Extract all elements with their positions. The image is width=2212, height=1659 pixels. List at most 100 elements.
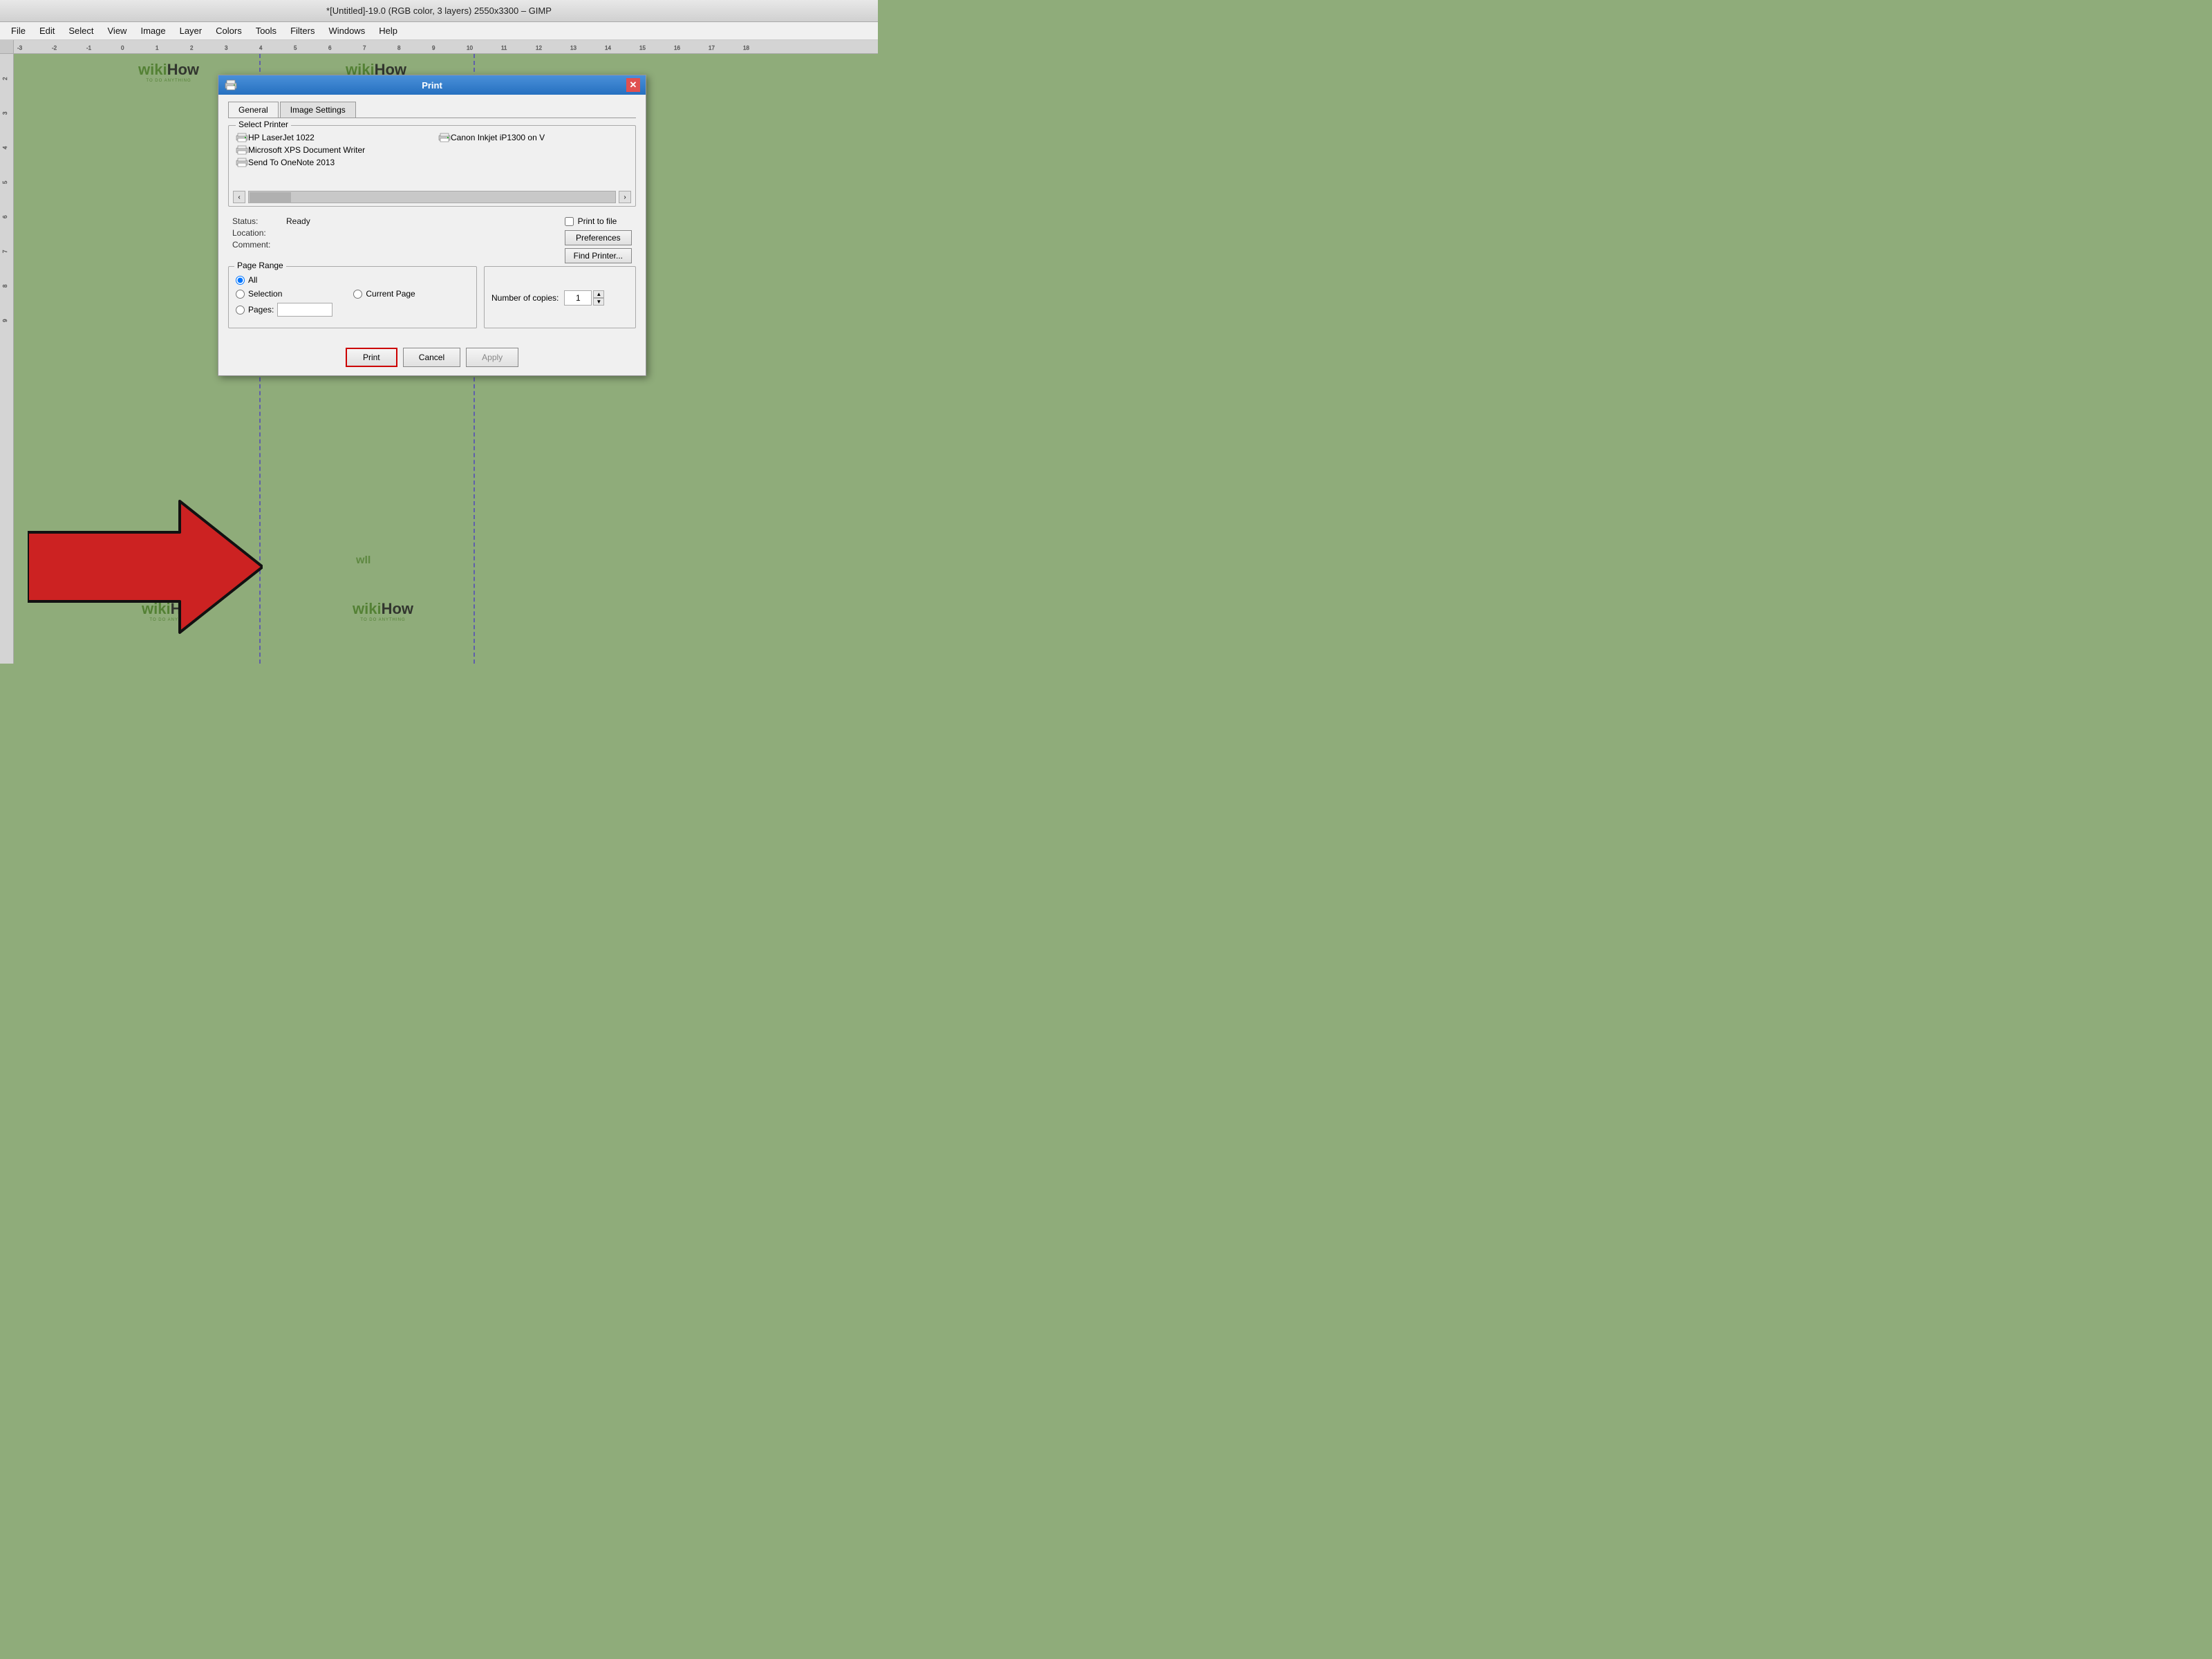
svg-text:17: 17 bbox=[709, 45, 715, 51]
radio-selection: Selection bbox=[236, 289, 332, 299]
radio-pages-label: Pages: bbox=[248, 305, 274, 315]
spinner-buttons: ▲ ▼ bbox=[593, 290, 604, 306]
svg-text:2: 2 bbox=[190, 45, 194, 51]
printer-icon-xps bbox=[236, 145, 248, 155]
svg-text:2: 2 bbox=[2, 77, 8, 80]
dialog-tabs: General Image Settings bbox=[228, 102, 636, 118]
comment-label: Comment: bbox=[232, 240, 281, 250]
dialog-footer: Print Cancel Apply bbox=[218, 342, 646, 375]
page-range-label: Page Range bbox=[234, 261, 286, 270]
menu-select[interactable]: Select bbox=[63, 24, 99, 37]
svg-text:8: 8 bbox=[397, 45, 401, 51]
copies-down-btn[interactable]: ▼ bbox=[593, 298, 604, 306]
scroll-left-btn[interactable]: ‹ bbox=[233, 191, 245, 203]
svg-text:-1: -1 bbox=[86, 45, 92, 51]
printer-item-onenote[interactable]: Send To OneNote 2013 bbox=[233, 156, 429, 169]
radio-all-label: All bbox=[248, 275, 257, 285]
gimp-window: *[Untitled]-19.0 (RGB color, 3 layers) 2… bbox=[0, 0, 878, 664]
print-to-file-label: Print to file bbox=[578, 216, 617, 226]
svg-text:5: 5 bbox=[294, 45, 297, 51]
wikihow-partial: wII bbox=[356, 554, 371, 567]
tab-general[interactable]: General bbox=[228, 102, 279, 118]
svg-text:3: 3 bbox=[225, 45, 228, 51]
dialog-titlebar: Print ✕ bbox=[218, 75, 646, 95]
ruler-vertical: 2 3 4 5 6 7 8 9 bbox=[0, 54, 14, 664]
cancel-button[interactable]: Cancel bbox=[403, 348, 460, 367]
canvas-area: -3 -2 -1 0 1 2 3 4 5 6 7 8 9 10 11 12 13 bbox=[0, 40, 878, 664]
svg-text:1: 1 bbox=[156, 45, 159, 51]
preferences-button[interactable]: Preferences bbox=[565, 230, 632, 245]
radio-all-input[interactable] bbox=[236, 276, 245, 285]
svg-text:18: 18 bbox=[743, 45, 749, 51]
location-label: Location: bbox=[232, 228, 281, 238]
menu-colors[interactable]: Colors bbox=[210, 24, 247, 37]
svg-text:9: 9 bbox=[432, 45, 435, 51]
scroll-right-btn[interactable]: › bbox=[619, 191, 631, 203]
svg-text:12: 12 bbox=[536, 45, 542, 51]
menu-image[interactable]: Image bbox=[135, 24, 171, 37]
menu-edit[interactable]: Edit bbox=[34, 24, 60, 37]
status-area: Status: Ready Location: Comment: bbox=[228, 214, 636, 266]
svg-text:13: 13 bbox=[570, 45, 577, 51]
title-bar: *[Untitled]-19.0 (RGB color, 3 layers) 2… bbox=[0, 0, 878, 22]
status-value: Ready bbox=[286, 216, 310, 226]
menu-tools[interactable]: Tools bbox=[250, 24, 282, 37]
find-printer-button[interactable]: Find Printer... bbox=[565, 248, 632, 263]
apply-button[interactable]: Apply bbox=[466, 348, 518, 367]
print-to-file-checkbox[interactable] bbox=[565, 217, 574, 226]
print-button[interactable]: Print bbox=[346, 348, 397, 367]
printer-item-hp[interactable]: HP LaserJet 1022 bbox=[233, 131, 429, 144]
ruler-v-marks: 2 3 4 5 6 7 8 9 bbox=[0, 54, 14, 664]
comment-line: Comment: bbox=[232, 240, 544, 250]
svg-text:0: 0 bbox=[121, 45, 124, 51]
radio-selection-label: Selection bbox=[248, 289, 282, 299]
svg-text:6: 6 bbox=[2, 215, 8, 218]
svg-text:8: 8 bbox=[2, 284, 8, 288]
menu-layer[interactable]: Layer bbox=[174, 24, 208, 37]
dialog-title-text: Print bbox=[422, 80, 442, 91]
printer-list: HP LaserJet 1022 Microsoft XPS bbox=[229, 126, 635, 188]
radio-current-page: Current Page bbox=[353, 289, 415, 299]
menu-filters[interactable]: Filters bbox=[285, 24, 320, 37]
wikihow-logo-1: wikiHow bbox=[138, 61, 199, 79]
svg-text:11: 11 bbox=[501, 45, 507, 51]
print-dialog: Print ✕ General Image Settings Select Pr… bbox=[218, 75, 646, 376]
menu-file[interactable]: File bbox=[6, 24, 31, 37]
svg-text:4: 4 bbox=[259, 45, 263, 51]
wikihow-tagline-4: TO DO ANYTHING bbox=[360, 618, 405, 622]
svg-text:-3: -3 bbox=[17, 45, 23, 51]
dialog-close-button[interactable]: ✕ bbox=[626, 78, 640, 92]
wikihow-tagline-1: TO DO ANYTHING bbox=[146, 79, 191, 83]
radio-pages-input[interactable] bbox=[236, 306, 245, 315]
menu-help[interactable]: Help bbox=[373, 24, 403, 37]
printer-icon-onenote bbox=[236, 158, 248, 167]
location-line: Location: bbox=[232, 228, 544, 238]
svg-text:3: 3 bbox=[2, 111, 8, 115]
copies-input[interactable] bbox=[564, 290, 592, 306]
copies-up-btn[interactable]: ▲ bbox=[593, 290, 604, 298]
menu-view[interactable]: View bbox=[102, 24, 133, 37]
radio-current-page-input[interactable] bbox=[353, 290, 362, 299]
wikihow-mark-1: wikiHow TO DO ANYTHING bbox=[138, 61, 199, 83]
menu-windows[interactable]: Windows bbox=[323, 24, 371, 37]
window-title: *[Untitled]-19.0 (RGB color, 3 layers) 2… bbox=[326, 6, 552, 16]
radio-current-page-label: Current Page bbox=[366, 289, 415, 299]
printer-name-xps: Microsoft XPS Document Writer bbox=[248, 145, 365, 155]
page-range-section: Page Range All Selection bbox=[228, 266, 477, 328]
radio-selection-input[interactable] bbox=[236, 290, 245, 299]
ruler-corner bbox=[0, 40, 14, 54]
svg-text:9: 9 bbox=[2, 319, 8, 322]
copies-label: Number of copies: bbox=[491, 293, 559, 303]
tab-image-settings[interactable]: Image Settings bbox=[280, 102, 356, 118]
status-col-right: Print to file Preferences Find Printer..… bbox=[565, 216, 632, 263]
printer-item-canon[interactable]: Canon Inkjet iP1300 on V bbox=[435, 131, 631, 144]
scroll-track[interactable] bbox=[248, 191, 616, 203]
printer-item-xps[interactable]: Microsoft XPS Document Writer bbox=[233, 144, 429, 156]
red-arrow-svg bbox=[28, 498, 263, 636]
wikihow-mark-4: wikiHow TO DO ANYTHING bbox=[353, 600, 413, 622]
printer-name-hp: HP LaserJet 1022 bbox=[248, 133, 315, 142]
printer-icon-canon bbox=[438, 133, 451, 142]
pages-text-input[interactable] bbox=[277, 303, 332, 317]
ruler-h-marks: -3 -2 -1 0 1 2 3 4 5 6 7 8 9 10 11 12 13 bbox=[14, 40, 878, 54]
svg-text:6: 6 bbox=[328, 45, 332, 51]
